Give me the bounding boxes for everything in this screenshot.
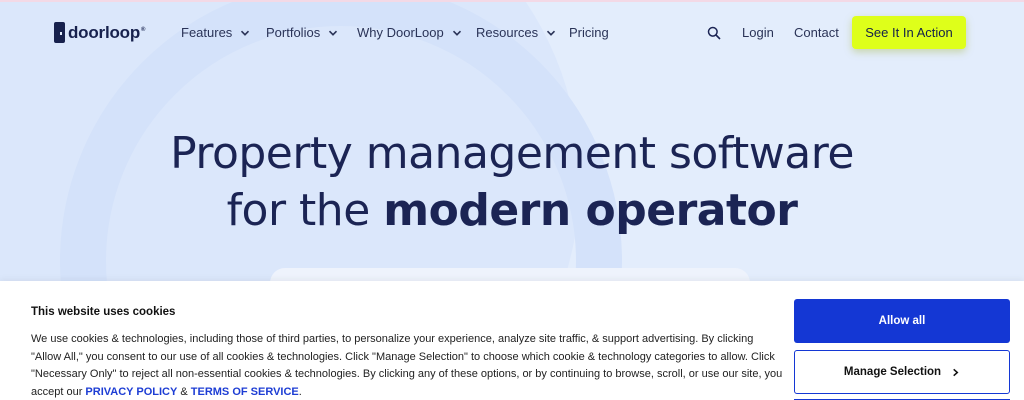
- nav-pricing[interactable]: Pricing: [569, 25, 609, 40]
- search-icon[interactable]: [707, 26, 721, 40]
- hero-headline: Property management software for the mod…: [0, 126, 1024, 240]
- door-logo-icon: [54, 22, 65, 43]
- cookie-banner: This website uses cookies We use cookies…: [0, 281, 1024, 400]
- cookie-banner-text: We use cookies & technologies, including…: [31, 331, 783, 400]
- nav-pricing-label: Pricing: [569, 25, 609, 40]
- terms-of-service-link[interactable]: TERMS OF SERVICE: [191, 386, 299, 398]
- nav-features-label: Features: [181, 25, 233, 40]
- nav-portfolios[interactable]: Portfolios: [266, 25, 338, 40]
- cookie-banner-title: This website uses cookies: [31, 306, 176, 318]
- manage-selection-label: Manage Selection: [843, 366, 942, 378]
- cookie-period: .: [298, 385, 302, 398]
- manage-selection-button[interactable]: Manage Selection: [794, 350, 1010, 394]
- chevron-down-icon: [241, 30, 250, 36]
- top-navigation: doorloop ® Features Portfolios Why DoorL…: [0, 0, 1024, 66]
- contact-link[interactable]: Contact: [794, 25, 839, 40]
- allow-all-button[interactable]: Allow all: [794, 299, 1010, 343]
- see-it-in-action-button[interactable]: See It In Action: [852, 16, 966, 49]
- chevron-right-icon: [953, 368, 959, 376]
- logo-registered-mark: ®: [141, 26, 146, 33]
- chevron-down-icon: [452, 30, 461, 36]
- logo-text: doorloop: [68, 22, 141, 42]
- nav-resources-label: Resources: [476, 25, 539, 40]
- chevron-down-icon: [329, 30, 338, 36]
- chevron-down-icon: [547, 30, 556, 36]
- contact-label: Contact: [794, 25, 839, 40]
- cookie-ampersand: &: [177, 385, 191, 398]
- nav-portfolios-label: Portfolios: [266, 25, 321, 40]
- headline-line-2: for the modern operator: [0, 182, 1024, 240]
- login-link[interactable]: Login: [742, 25, 774, 40]
- login-label: Login: [742, 25, 774, 40]
- nav-features[interactable]: Features: [181, 25, 250, 40]
- headline-line-1: Property management software: [170, 128, 854, 179]
- top-accent-line: [0, 0, 1024, 2]
- nav-why-doorloop-label: Why DoorLoop: [357, 25, 444, 40]
- doorloop-logo[interactable]: doorloop ®: [54, 22, 145, 43]
- headline-emphasis: modern operator: [383, 185, 798, 236]
- nav-why-doorloop[interactable]: Why DoorLoop: [357, 25, 462, 40]
- nav-resources[interactable]: Resources: [476, 25, 556, 40]
- privacy-policy-link[interactable]: PRIVACY POLICY: [85, 386, 177, 398]
- headline-line-2-prefix: for the: [226, 185, 384, 236]
